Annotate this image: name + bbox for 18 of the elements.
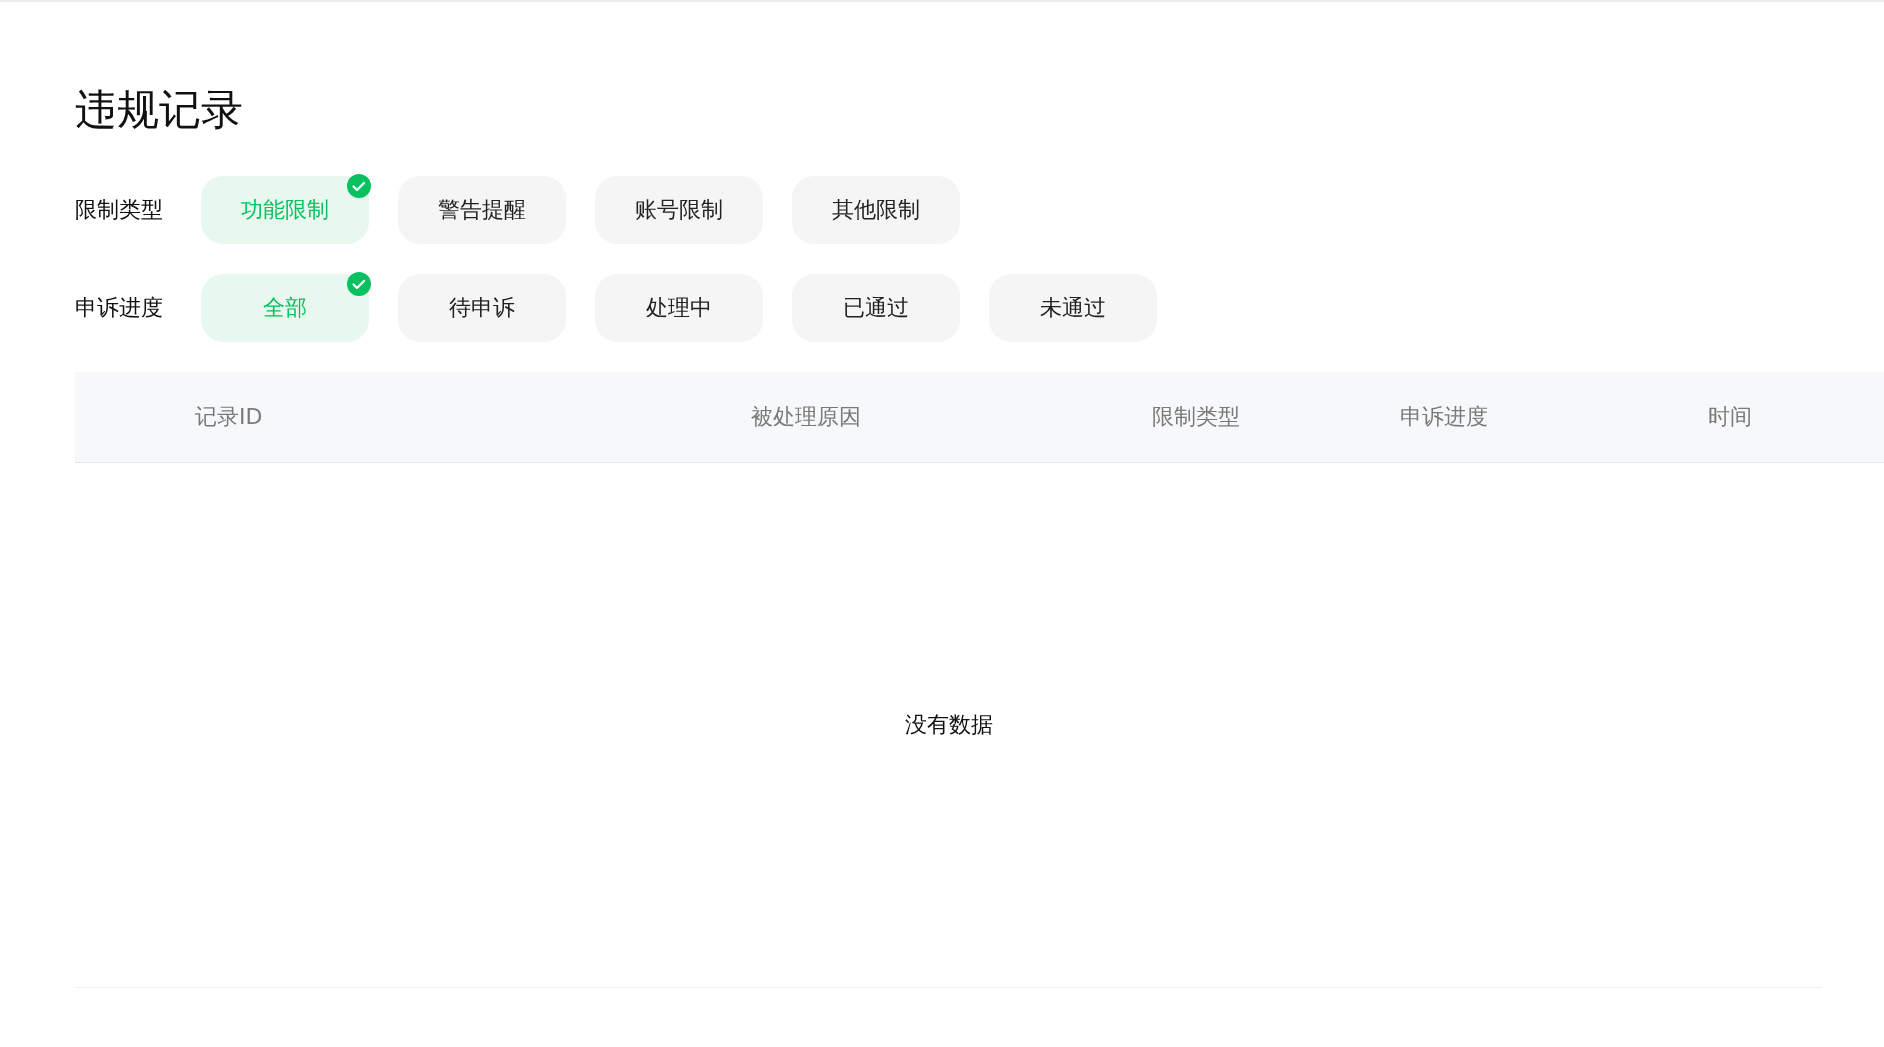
filter-chip[interactable]: 账号限制 [595,176,763,244]
empty-text: 没有数据 [904,711,993,739]
filter-label: 限制类型 [75,196,164,224]
filter-chip[interactable]: 已通过 [792,274,960,342]
check-badge-icon [347,174,371,198]
page-title: 违规记录 [75,84,244,136]
column-header: 限制类型 [1150,403,1240,431]
filter-chip[interactable]: 未通过 [989,274,1157,342]
filter-chip[interactable]: 待申诉 [398,274,566,342]
column-header: 记录ID [194,403,263,431]
filter-chip[interactable]: 警告提醒 [398,176,566,244]
filter-label: 申诉进度 [75,294,164,322]
column-header: 申诉进度 [1399,403,1488,431]
column-header: 时间 [1707,403,1752,431]
column-header: 被处理原因 [750,403,861,431]
filter-chip[interactable]: 处理中 [595,274,763,342]
check-badge-icon [347,272,371,296]
filter-chip[interactable]: 其他限制 [792,176,960,244]
